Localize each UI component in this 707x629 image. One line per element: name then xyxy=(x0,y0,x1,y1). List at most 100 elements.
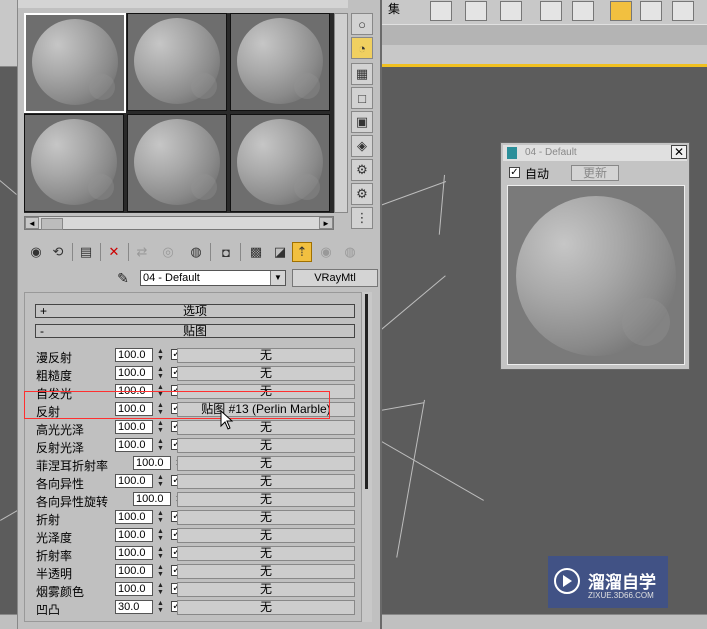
show-end-result-icon[interactable]: ◪ xyxy=(270,242,290,262)
make-unique-icon[interactable]: ◎ xyxy=(158,242,178,262)
auto-checkbox[interactable]: ✓ xyxy=(509,167,520,178)
amount-spinner[interactable]: ▲▼ xyxy=(157,438,165,452)
map-slot-button[interactable]: 无 xyxy=(177,564,355,579)
amount-spinner[interactable]: ▲▼ xyxy=(157,474,165,488)
map-amount-input[interactable]: 30.0 xyxy=(115,600,153,614)
copy-material-icon[interactable]: ⇄ xyxy=(132,242,152,262)
spinner-up-icon[interactable]: ▲ xyxy=(157,564,165,571)
options-icon[interactable]: ⚙ xyxy=(351,159,373,181)
map-amount-input[interactable]: 100.0 xyxy=(115,474,153,488)
spinner-up-icon[interactable]: ▲ xyxy=(157,438,165,445)
spinner-up-icon[interactable]: ▲ xyxy=(157,582,165,589)
put-to-scene-icon[interactable]: ⟲ xyxy=(48,242,68,262)
spinner-up-icon[interactable]: ▲ xyxy=(157,384,165,391)
map-amount-input[interactable]: 100.0 xyxy=(115,420,153,434)
map-slot-button[interactable]: 无 xyxy=(177,456,355,471)
map-amount-input[interactable]: 100.0 xyxy=(115,564,153,578)
material-name-field[interactable]: 04 - Default ▼ xyxy=(140,270,286,286)
map-slot-button[interactable]: 无 xyxy=(177,348,355,363)
spinner-up-icon[interactable]: ▲ xyxy=(157,348,165,355)
rollout-options[interactable]: + 选项 xyxy=(35,304,355,318)
update-button[interactable]: 更新 xyxy=(571,165,619,181)
material-id-channel-icon[interactable]: ◘ xyxy=(216,242,236,262)
spinner-down-icon[interactable]: ▼ xyxy=(157,355,165,362)
eyedropper-icon[interactable]: ✎ xyxy=(114,270,132,288)
toolbar-button-icon[interactable] xyxy=(430,1,452,21)
slots-vertical-scrollbar[interactable] xyxy=(334,13,348,213)
spinner-up-icon[interactable]: ▲ xyxy=(157,420,165,427)
map-slot-button[interactable]: 无 xyxy=(177,600,355,615)
sample-slot[interactable] xyxy=(127,13,227,111)
spinner-down-icon[interactable]: ▼ xyxy=(157,373,165,380)
sample-slot[interactable] xyxy=(24,13,126,113)
map-amount-input[interactable]: 100.0 xyxy=(115,546,153,560)
put-to-library-icon[interactable]: ◍ xyxy=(186,242,206,262)
map-amount-input[interactable]: 100.0 xyxy=(115,582,153,596)
map-amount-input[interactable]: 100.0 xyxy=(133,492,171,506)
render-frame-icon[interactable] xyxy=(672,1,694,21)
go-to-parent-icon[interactable]: ⇡ xyxy=(292,242,312,262)
rollout-maps[interactable]: - 贴图 xyxy=(35,324,355,338)
curve-editor-icon[interactable] xyxy=(572,1,594,21)
background-icon[interactable]: ▦ xyxy=(351,63,373,85)
spinner-down-icon[interactable]: ▼ xyxy=(157,481,165,488)
map-slot-button[interactable]: 无 xyxy=(177,492,355,507)
render-setup-icon[interactable] xyxy=(640,1,662,21)
scroll-right-icon[interactable]: ► xyxy=(319,217,333,229)
amount-spinner[interactable]: ▲▼ xyxy=(157,366,165,380)
map-slot-button[interactable]: 无 xyxy=(177,546,355,561)
close-icon[interactable]: ✕ xyxy=(671,145,687,159)
amount-spinner[interactable]: ▲▼ xyxy=(157,564,165,578)
align-icon[interactable] xyxy=(500,1,522,21)
chevron-down-icon[interactable]: ▼ xyxy=(270,271,285,285)
spinner-down-icon[interactable]: ▼ xyxy=(157,535,165,542)
backlight-icon[interactable]: ◔ xyxy=(351,37,373,59)
map-slot-button[interactable]: 无 xyxy=(177,420,355,435)
amount-spinner[interactable]: ▲▼ xyxy=(157,528,165,542)
map-slot-button[interactable]: 无 xyxy=(177,510,355,525)
amount-spinner[interactable]: ▲▼ xyxy=(157,510,165,524)
spinner-up-icon[interactable]: ▲ xyxy=(157,600,165,607)
map-slot-button[interactable]: 无 xyxy=(177,438,355,453)
map-slot-button[interactable]: 无 xyxy=(177,366,355,381)
slots-horizontal-scrollbar[interactable]: ◄ ► xyxy=(24,216,334,230)
spinner-down-icon[interactable]: ▼ xyxy=(157,589,165,596)
spinner-down-icon[interactable]: ▼ xyxy=(157,517,165,524)
material-editor-icon[interactable] xyxy=(610,1,632,21)
reset-map-icon[interactable]: ✕ xyxy=(104,242,124,262)
map-amount-input[interactable]: 100.0 xyxy=(115,438,153,452)
sample-slot[interactable] xyxy=(230,13,330,111)
panel-scrollbar[interactable] xyxy=(362,292,372,622)
amount-spinner[interactable]: ▲▼ xyxy=(157,546,165,560)
spinner-up-icon[interactable]: ▲ xyxy=(157,474,165,481)
amount-spinner[interactable]: ▲▼ xyxy=(157,600,165,614)
pick-material-icon[interactable]: ◍ xyxy=(340,242,360,262)
map-slot-button[interactable]: 无 xyxy=(177,582,355,597)
make-preview-icon[interactable]: ◈ xyxy=(351,135,373,157)
sample-slot[interactable] xyxy=(24,114,124,212)
show-map-in-viewport-icon[interactable]: ▩ xyxy=(246,242,266,262)
get-material-icon[interactable]: ◉ xyxy=(26,242,46,262)
sample-slot[interactable] xyxy=(127,114,227,212)
sample-type-icon[interactable]: ○ xyxy=(351,13,373,35)
map-amount-input[interactable]: 100.0 xyxy=(115,510,153,524)
layer-icon[interactable] xyxy=(540,1,562,21)
map-amount-input[interactable]: 100.0 xyxy=(115,366,153,380)
spinner-down-icon[interactable]: ▼ xyxy=(157,553,165,560)
go-forward-sibling-icon[interactable]: ◉ xyxy=(316,242,336,262)
mirror-icon[interactable] xyxy=(465,1,487,21)
spinner-up-icon[interactable]: ▲ xyxy=(157,546,165,553)
material-map-navigator-icon[interactable]: ⋮ xyxy=(351,207,373,229)
spinner-down-icon[interactable]: ▼ xyxy=(157,607,165,614)
amount-spinner[interactable]: ▲▼ xyxy=(157,348,165,362)
material-type-button[interactable]: VRayMtl xyxy=(292,269,378,287)
map-slot-button[interactable]: 无 xyxy=(177,528,355,543)
video-color-check-icon[interactable]: ▣ xyxy=(351,111,373,133)
map-amount-input[interactable]: 100.0 xyxy=(115,528,153,542)
scroll-left-icon[interactable]: ◄ xyxy=(25,217,39,229)
sample-slot[interactable] xyxy=(230,114,330,212)
spinner-down-icon[interactable]: ▼ xyxy=(157,445,165,452)
panel-scroll-thumb[interactable] xyxy=(365,294,368,489)
select-by-material-icon[interactable]: ⚙ xyxy=(351,183,373,205)
spinner-up-icon[interactable]: ▲ xyxy=(157,528,165,535)
